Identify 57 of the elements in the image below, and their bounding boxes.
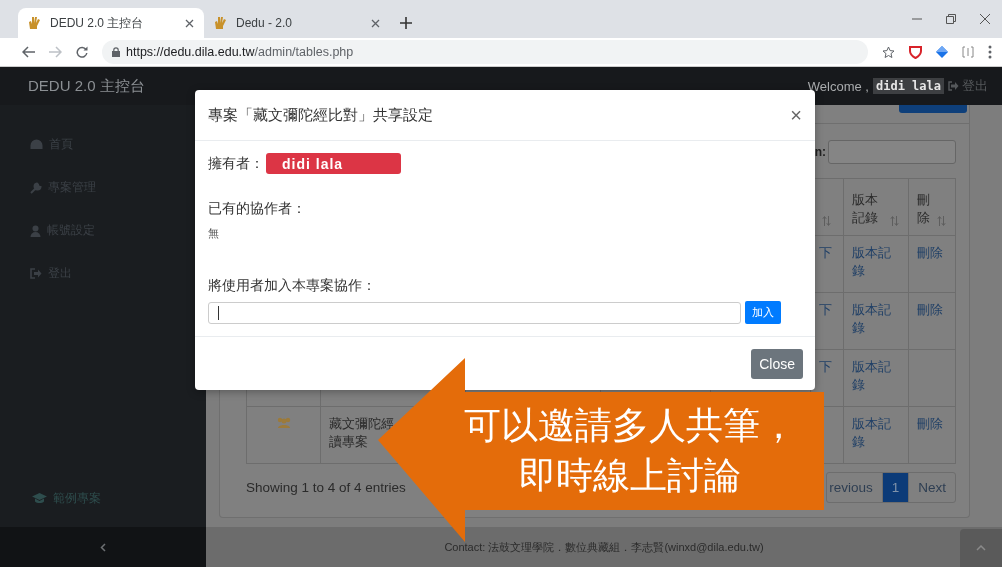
entries-info: Showing 1 to 4 of 4 entries [246,480,406,495]
collaborators-label: 已有的協作者： [208,200,307,218]
address-bar[interactable]: https://dedu.dila.edu.tw/admin/tables.php [102,40,868,64]
delete-link[interactable]: 刪除 [917,302,943,317]
new-tab-icon[interactable] [400,17,412,29]
close-icon[interactable] [980,14,990,24]
dialog-title: 專案「藏文彌陀經比對」共享設定 [208,105,434,125]
user-name: didi lala [872,78,944,94]
add-user-label: 將使用者加入本專案協作： [208,277,377,295]
sign-out-icon [948,81,959,91]
table-link[interactable]: 下 [819,245,832,260]
pagination-link[interactable]: Next [909,473,955,502]
search-field[interactable] [828,140,956,164]
pagination-link[interactable]: revious [827,473,883,502]
logo-icon [214,16,228,30]
menu-icon[interactable] [988,45,992,59]
search-label: n: [814,145,826,159]
project-name: 藏文彌陀經 [329,415,395,433]
reload-icon[interactable] [76,46,88,58]
browser-tab[interactable]: Dedu - 2.0 [204,8,390,38]
close-icon[interactable] [185,18,194,28]
brand-title[interactable]: DEDU 2.0 主控台 [28,76,145,96]
extension-icon[interactable] [936,46,948,58]
logout-link[interactable]: 登出 [948,77,988,95]
owner-label: 擁有者： [208,154,264,173]
user-icon [30,224,41,237]
table-link[interactable]: 下 [819,359,832,374]
owner-badge: didi lala [266,153,401,174]
browser-tab[interactable]: DEDU 2.0 主控台 [18,8,204,38]
logo-icon [28,16,42,30]
table-link[interactable]: 下 [819,302,832,317]
back-icon[interactable] [22,46,35,58]
close-button[interactable]: Close [751,348,803,379]
delete-link[interactable]: 刪除 [917,416,943,431]
extension-icon[interactable] [962,46,974,58]
collaborators-empty: 無 [208,226,220,241]
project-name: 讀專案 [329,433,369,451]
star-icon[interactable] [882,45,895,59]
callout-text: 可以邀請多人共筆， [463,403,797,449]
chevron-up-icon [976,545,986,551]
welcome-text: Welcome , [807,78,869,94]
close-button[interactable]: × [790,105,802,125]
url-text: https://dedu.dila.edu.tw/admin/tables.php [126,45,354,59]
restore-icon[interactable] [946,14,956,24]
user-input-field[interactable] [208,301,741,324]
column-header: 刪除 [917,191,931,227]
sign-out-icon [30,268,42,279]
close-icon[interactable] [371,18,380,28]
delete-link[interactable]: 刪除 [917,245,943,260]
graduation-cap-icon [32,493,47,504]
pagination-link[interactable]: 1 [882,473,910,502]
shield-icon[interactable] [909,45,922,59]
column-header: 版本記錄 [852,191,879,227]
callout-text: 即時線上討論 [519,453,741,499]
lock-icon [112,47,120,57]
add-button[interactable]: 加入 [745,301,781,324]
chevron-left-icon[interactable] [100,542,106,552]
